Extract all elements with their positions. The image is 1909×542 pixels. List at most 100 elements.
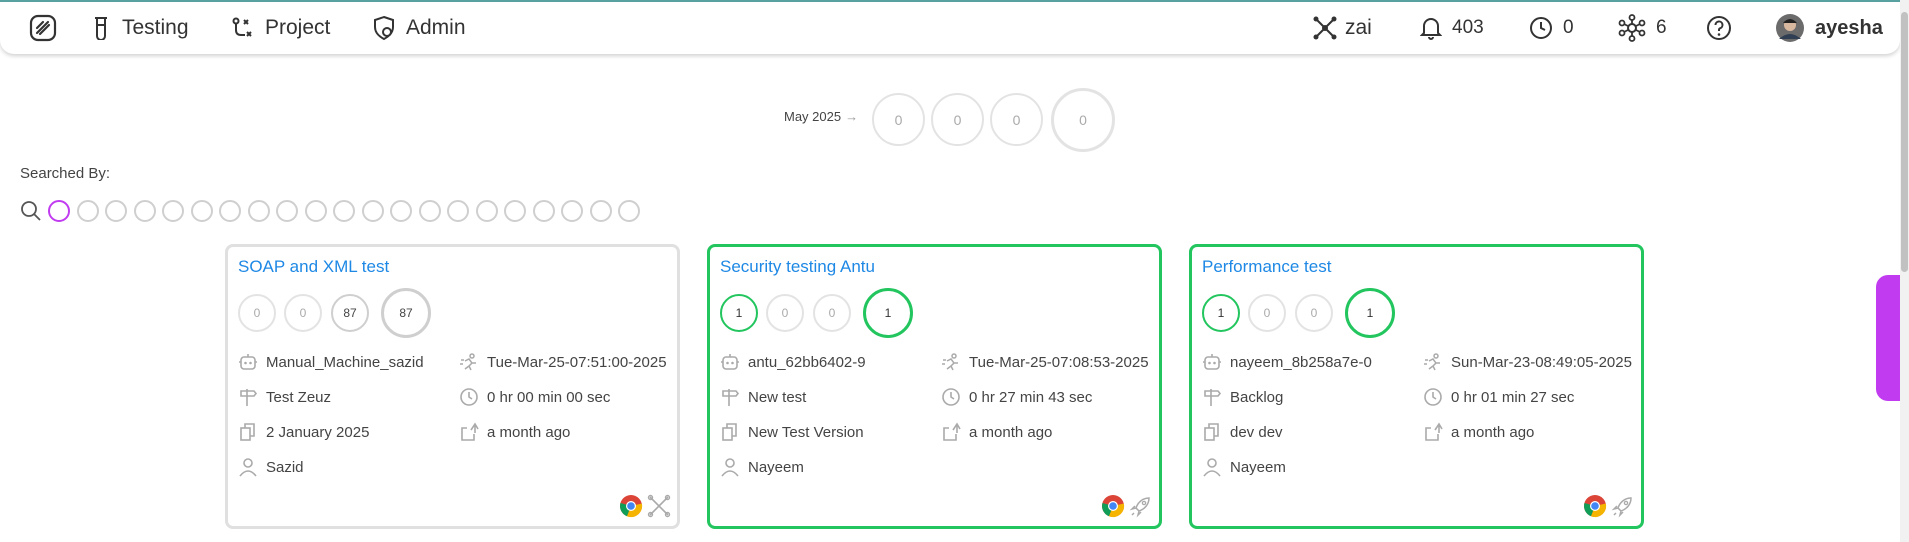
summary-count-total: 0 — [1051, 88, 1115, 152]
copy-icon — [1204, 423, 1219, 441]
count-circle: 0 — [238, 294, 276, 332]
version-field: dev dev — [1202, 422, 1283, 442]
run-icon — [1424, 353, 1440, 371]
user-value: Nayeem — [1230, 458, 1286, 476]
filter-chip[interactable] — [162, 200, 184, 222]
start-time-value: Tue-Mar-25-07:08:53-2025 — [969, 353, 1149, 371]
filter-chip[interactable] — [247, 200, 270, 222]
machine-field: nayeem_8b258a7e-0 — [1202, 352, 1372, 372]
nav-admin[interactable]: Admin — [372, 2, 466, 54]
version-field: 2 January 2025 — [238, 422, 369, 442]
scrollbar[interactable] — [1900, 0, 1909, 542]
filter-chip[interactable] — [219, 200, 241, 222]
robot-icon — [721, 354, 739, 370]
filter-chip[interactable] — [589, 200, 612, 222]
user-value: Nayeem — [748, 458, 804, 476]
nav-testing-label: Testing — [122, 16, 189, 39]
filter-chip[interactable] — [618, 200, 640, 222]
user-value: Sazid — [266, 458, 304, 476]
run-icon — [942, 353, 958, 371]
count-circle: 1 — [720, 294, 758, 332]
bell-icon — [1420, 18, 1442, 40]
signpost-icon — [1204, 389, 1222, 406]
milestone-field: Test Zeuz — [238, 387, 331, 407]
duration-value: 0 hr 27 min 43 sec — [969, 388, 1093, 406]
rocket-icon — [1611, 497, 1632, 518]
logo-button[interactable] — [28, 2, 58, 54]
nav-testing[interactable]: Testing — [90, 2, 189, 54]
card-icons — [1583, 494, 1635, 518]
updated-value: a month ago — [969, 423, 1053, 441]
cross-arrows-icon — [647, 494, 671, 518]
rocket-icon — [1129, 497, 1150, 518]
version-value: 2 January 2025 — [266, 423, 370, 441]
milestone-value: Test Zeuz — [266, 388, 332, 406]
filter-chip[interactable] — [304, 200, 327, 222]
count-circle: 0 — [813, 294, 851, 332]
version-value: dev dev — [1230, 423, 1283, 441]
count-circle-total: 1 — [1345, 288, 1395, 338]
run-card[interactable]: Security testing Antu 1 0 0 1 antu_62bb6… — [707, 244, 1162, 529]
avatar — [1776, 14, 1804, 42]
pending-count: 0 — [1563, 17, 1574, 38]
chrome-icon — [1102, 495, 1125, 518]
ai-assistant-button[interactable]: zai — [1311, 2, 1372, 54]
month-selector[interactable]: May 2025 → — [784, 109, 858, 124]
milestone-value: Backlog — [1230, 388, 1284, 406]
count-circle-total: 87 — [381, 288, 431, 338]
nav-project[interactable]: Project — [231, 2, 330, 54]
updated-field: a month ago — [1423, 422, 1534, 442]
help-button[interactable] — [1706, 2, 1732, 54]
filter-chip[interactable] — [133, 200, 156, 222]
person-icon — [1203, 458, 1221, 477]
count-circle: 0 — [284, 294, 322, 332]
count-circle: 0 — [766, 294, 804, 332]
copy-icon — [722, 423, 737, 441]
pending-button[interactable]: 0 — [1529, 2, 1574, 54]
searched-by-label: Searched By: — [20, 165, 111, 182]
connections-button[interactable]: 6 — [1618, 2, 1667, 54]
user-menu[interactable]: ayesha — [1775, 2, 1883, 54]
duration-value: 0 hr 01 min 27 sec — [1451, 388, 1575, 406]
connections-count: 6 — [1656, 17, 1667, 38]
filter-chip[interactable] — [76, 200, 99, 222]
card-icons — [619, 494, 671, 518]
filter-chip[interactable] — [190, 200, 213, 222]
chrome-icon — [620, 495, 643, 518]
copy-icon — [240, 423, 255, 441]
start-time-field: Sun-Mar-23-08:49:05-2025 — [1423, 352, 1632, 372]
scrollbar-thumb[interactable] — [1901, 12, 1908, 272]
updated-field: a month ago — [941, 422, 1052, 442]
filter-chip[interactable] — [447, 200, 469, 222]
shield-icon — [374, 15, 394, 41]
person-icon — [239, 458, 257, 477]
updated-field: a month ago — [459, 422, 570, 442]
notifications-count: 403 — [1452, 17, 1484, 38]
filter-chip[interactable] — [475, 200, 498, 222]
notifications-button[interactable]: 403 — [1420, 2, 1484, 54]
card-title-link[interactable]: SOAP and XML test — [238, 257, 389, 277]
count-circle-total: 1 — [863, 288, 913, 338]
user-name: ayesha — [1815, 16, 1883, 39]
start-time-value: Tue-Mar-25-07:51:00-2025 — [487, 353, 667, 371]
start-time-field: Tue-Mar-25-07:51:00-2025 — [459, 352, 667, 372]
filter-chip[interactable] — [333, 200, 355, 222]
filter-chip[interactable] — [418, 200, 441, 222]
card-title-link[interactable]: Security testing Antu — [720, 257, 875, 277]
filter-chip[interactable] — [105, 200, 127, 222]
machine-value: nayeem_8b258a7e-0 — [1230, 353, 1372, 371]
filter-chip[interactable] — [390, 200, 412, 222]
filter-chip[interactable] — [48, 200, 70, 222]
milestone-field: Backlog — [1202, 387, 1283, 407]
filter-chip[interactable] — [361, 200, 384, 222]
summary-count: 0 — [931, 93, 984, 146]
filter-chip[interactable] — [504, 200, 526, 222]
duration-field: 0 hr 00 min 00 sec — [459, 387, 610, 407]
search-icon[interactable] — [20, 200, 42, 222]
run-card[interactable]: Performance test 1 0 0 1 nayeem_8b258a7e… — [1189, 244, 1644, 529]
filter-chip[interactable] — [276, 200, 298, 222]
run-card[interactable]: SOAP and XML test 0 0 87 87 Manual_Machi… — [225, 244, 680, 529]
filter-chip[interactable] — [532, 200, 555, 222]
card-title-link[interactable]: Performance test — [1202, 257, 1331, 277]
filter-chip[interactable] — [561, 200, 583, 222]
